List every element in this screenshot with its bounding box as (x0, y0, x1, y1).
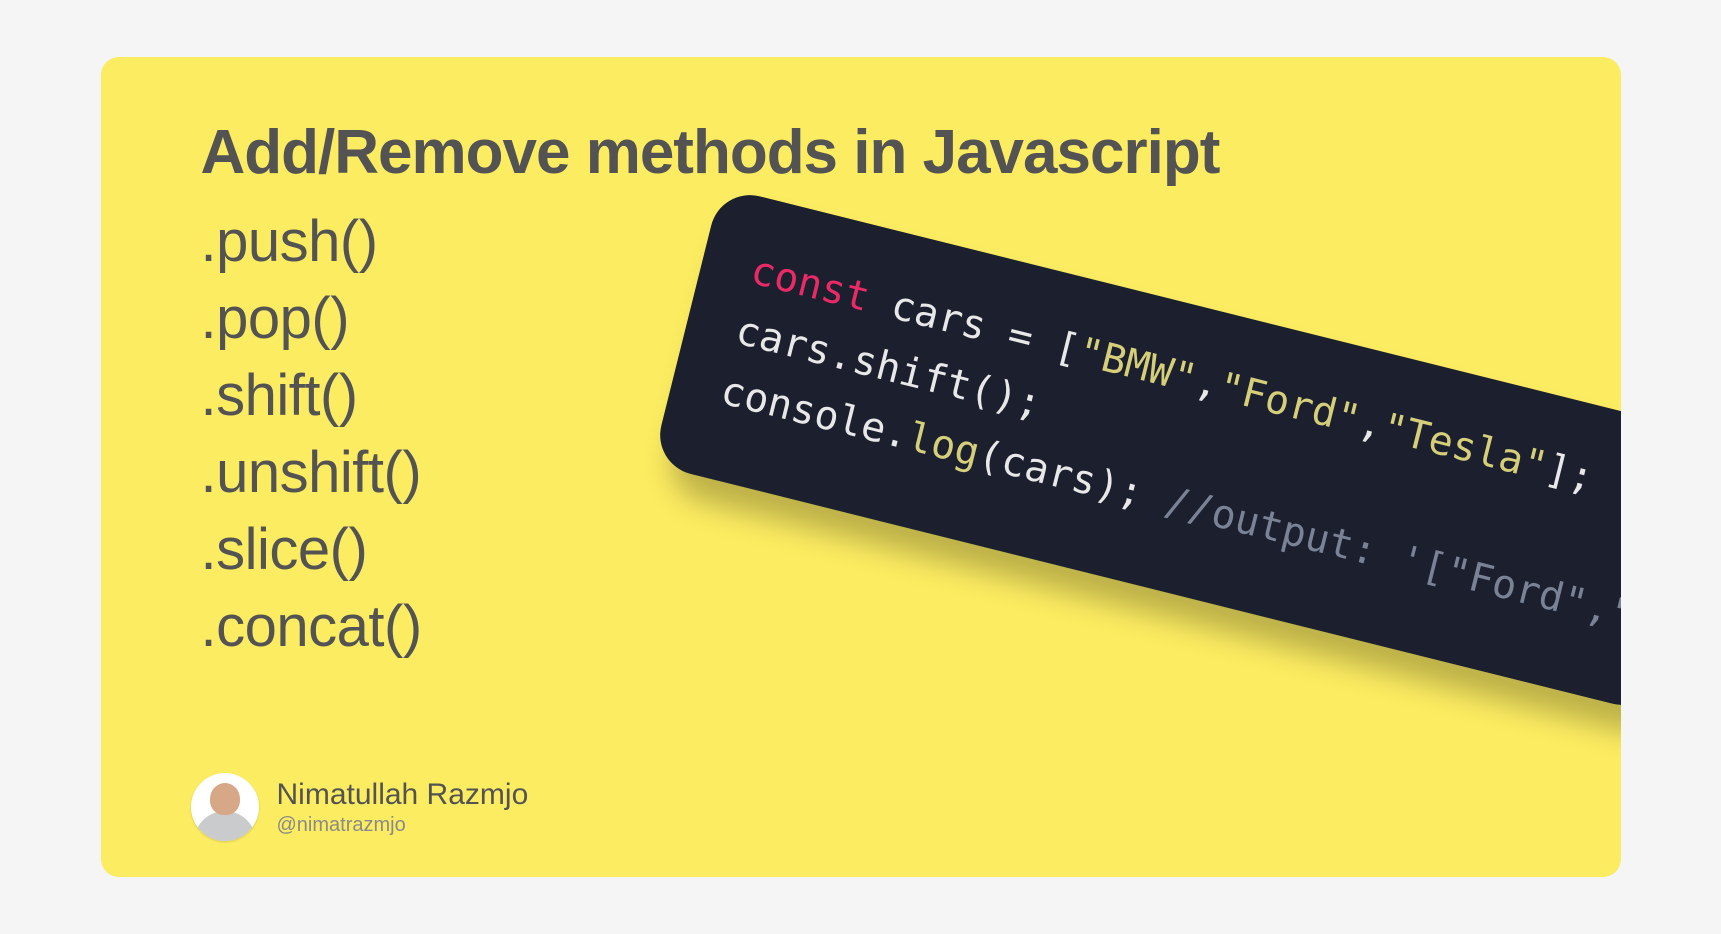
slide: Add/Remove methods in Javascript .push()… (101, 57, 1621, 877)
avatar (191, 773, 259, 841)
page-title: Add/Remove methods in Javascript (201, 117, 1521, 188)
code-function: log (903, 414, 984, 476)
author-text: Nimatullah Razmjo @nimatrazmjo (277, 778, 529, 837)
author-block: Nimatullah Razmjo @nimatrazmjo (191, 773, 529, 841)
author-name: Nimatullah Razmjo (277, 778, 529, 812)
code-text: ]; (1540, 445, 1598, 501)
author-handle: @nimatrazmjo (277, 814, 529, 837)
